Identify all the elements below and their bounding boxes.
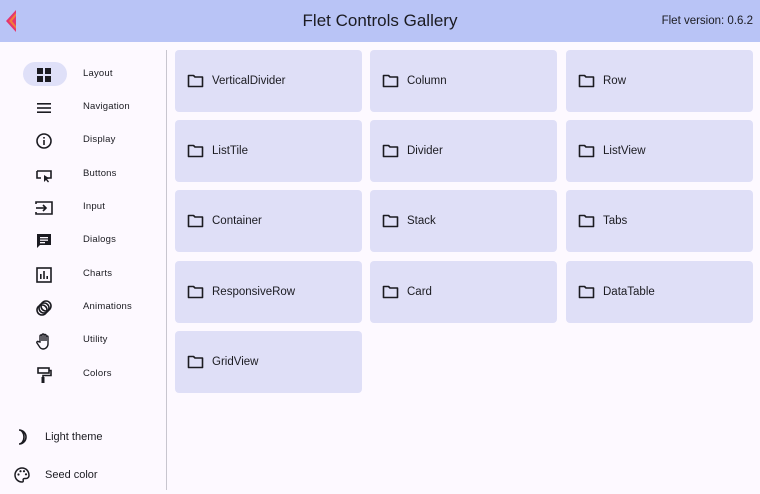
control-tile[interactable]: ListTile	[175, 120, 362, 182]
rail-item-input[interactable]: Input	[0, 192, 166, 222]
theme-label: Light theme	[45, 431, 103, 443]
folder-icon	[578, 73, 595, 89]
rail-item-label: Charts	[83, 268, 113, 279]
rail-item-charts[interactable]: Charts	[0, 259, 166, 289]
rail-item-label: Input	[83, 201, 106, 212]
folder-icon	[187, 213, 204, 229]
folder-icon	[578, 143, 595, 159]
app-bar: Flet Controls Gallery Flet version: 0.6.…	[0, 0, 760, 42]
control-tile-label: DataTable	[603, 286, 655, 298]
control-tile-label: Column	[407, 75, 447, 87]
control-tile[interactable]: Tabs	[566, 190, 753, 252]
folder-icon	[382, 284, 399, 300]
control-tile[interactable]: Column	[370, 50, 557, 112]
control-tile-label: Divider	[407, 145, 443, 157]
rail-item-label: Layout	[83, 68, 113, 79]
folder-icon	[187, 143, 204, 159]
control-tile[interactable]: Row	[566, 50, 753, 112]
insert-chart-icon	[35, 266, 53, 284]
control-tile-label: ResponsiveRow	[212, 286, 296, 298]
menu-icon	[35, 99, 53, 117]
rail-item-label: Buttons	[83, 168, 117, 179]
input-icon	[35, 199, 53, 217]
seed-color-label: Seed color	[45, 469, 98, 481]
control-tile-label: ListView	[603, 145, 646, 157]
rail-item-label: Utility	[83, 334, 108, 345]
control-tile-label: Card	[407, 286, 432, 298]
moon-icon	[13, 428, 31, 446]
vertical-divider	[166, 50, 167, 490]
control-tile-label: VerticalDivider	[212, 75, 286, 87]
control-tile-label: ListTile	[212, 145, 248, 157]
rail-item-label: Navigation	[83, 101, 130, 112]
folder-icon	[382, 143, 399, 159]
rail-item-dialogs[interactable]: Dialogs	[0, 225, 166, 255]
pan-tool-icon	[35, 332, 53, 350]
control-tile[interactable]: Stack	[370, 190, 557, 252]
rail-item-label: Display	[83, 134, 116, 145]
control-tile-label: Tabs	[603, 215, 628, 227]
rail-item-label: Colors	[83, 368, 112, 379]
folder-icon	[187, 73, 204, 89]
chat-icon	[35, 232, 53, 250]
rail-item-layout[interactable]: Layout	[0, 59, 166, 89]
rail-item-utility[interactable]: Utility	[0, 325, 166, 355]
control-tile-label: GridView	[212, 356, 259, 368]
rail-item-colors[interactable]: Colors	[0, 359, 166, 389]
control-tile[interactable]: Divider	[370, 120, 557, 182]
control-tile-label: Row	[603, 75, 627, 87]
control-tile[interactable]: GridView	[175, 331, 362, 393]
control-tile-label: Container	[212, 215, 262, 227]
control-tile[interactable]: ResponsiveRow	[175, 261, 362, 323]
version-label: Flet version: 0.6.2	[661, 15, 753, 27]
control-tile[interactable]: ListView	[566, 120, 753, 182]
folder-icon	[382, 73, 399, 89]
control-tile-label: Stack	[407, 215, 436, 227]
folder-icon	[382, 213, 399, 229]
theme-toggle[interactable]: Light theme	[0, 422, 166, 452]
page-title: Flet Controls Gallery	[302, 11, 458, 30]
rail-item-navigation[interactable]: Navigation	[0, 92, 166, 122]
grid-view-icon	[35, 66, 53, 84]
folder-icon	[187, 284, 204, 300]
control-tile[interactable]: DataTable	[566, 261, 753, 323]
animation-icon	[35, 299, 53, 317]
palette-icon	[13, 466, 31, 484]
rail-item-display[interactable]: Display	[0, 125, 166, 155]
control-tile[interactable]: Card	[370, 261, 557, 323]
info-icon	[35, 132, 53, 150]
rail-item-animations[interactable]: Animations	[0, 292, 166, 322]
control-tile[interactable]: Container	[175, 190, 362, 252]
rail-item-label: Animations	[83, 301, 132, 312]
folder-icon	[578, 213, 595, 229]
folder-icon	[578, 284, 595, 300]
format-paint-icon	[35, 366, 53, 384]
control-tile[interactable]: VerticalDivider	[175, 50, 362, 112]
rail-item-buttons[interactable]: Buttons	[0, 159, 166, 189]
smart-button-icon	[35, 166, 53, 184]
folder-icon	[187, 354, 204, 370]
rail-item-label: Dialogs	[83, 234, 117, 245]
seed-color-button[interactable]: Seed color	[0, 460, 166, 490]
